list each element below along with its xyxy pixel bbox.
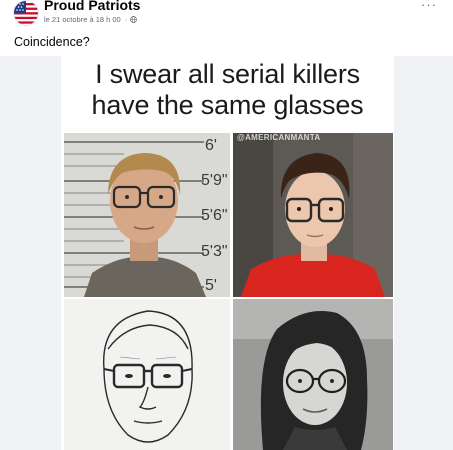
meta-separator: · (124, 15, 128, 24)
meme-image[interactable]: I swear all serial killers have the same… (61, 56, 394, 450)
meme-watermark: @AMERICANMANTA (237, 133, 321, 142)
height-mark: 5'6" (201, 207, 228, 224)
police-sketch (64, 299, 230, 450)
height-mark: 5'3" (201, 243, 228, 260)
post-meta: le 21 octobre à 18 h 00 · (44, 15, 138, 24)
more-options-icon[interactable]: ··· (419, 0, 439, 16)
post-timestamp[interactable]: le 21 octobre à 18 h 00 (44, 15, 121, 24)
height-mark: 5' (205, 277, 217, 294)
us-flag-icon (14, 1, 38, 25)
post-caption: Coincidence? (14, 35, 90, 49)
meme-title-line-1: I swear all serial killers (95, 59, 360, 89)
height-mark: 6' (205, 137, 217, 154)
meme-title: I swear all serial killers have the same… (61, 59, 394, 121)
page-name-link[interactable]: Proud Patriots (44, 0, 140, 13)
height-mark: 5'9" (201, 172, 228, 189)
page-avatar[interactable] (14, 1, 38, 25)
meme-title-line-2: have the same glasses (91, 90, 364, 120)
globe-icon (130, 16, 138, 23)
woman-photo (233, 299, 393, 450)
post-header: Proud Patriots le 21 octobre à 18 h 00 ·… (0, 0, 453, 30)
courtroom-photo (233, 133, 393, 297)
